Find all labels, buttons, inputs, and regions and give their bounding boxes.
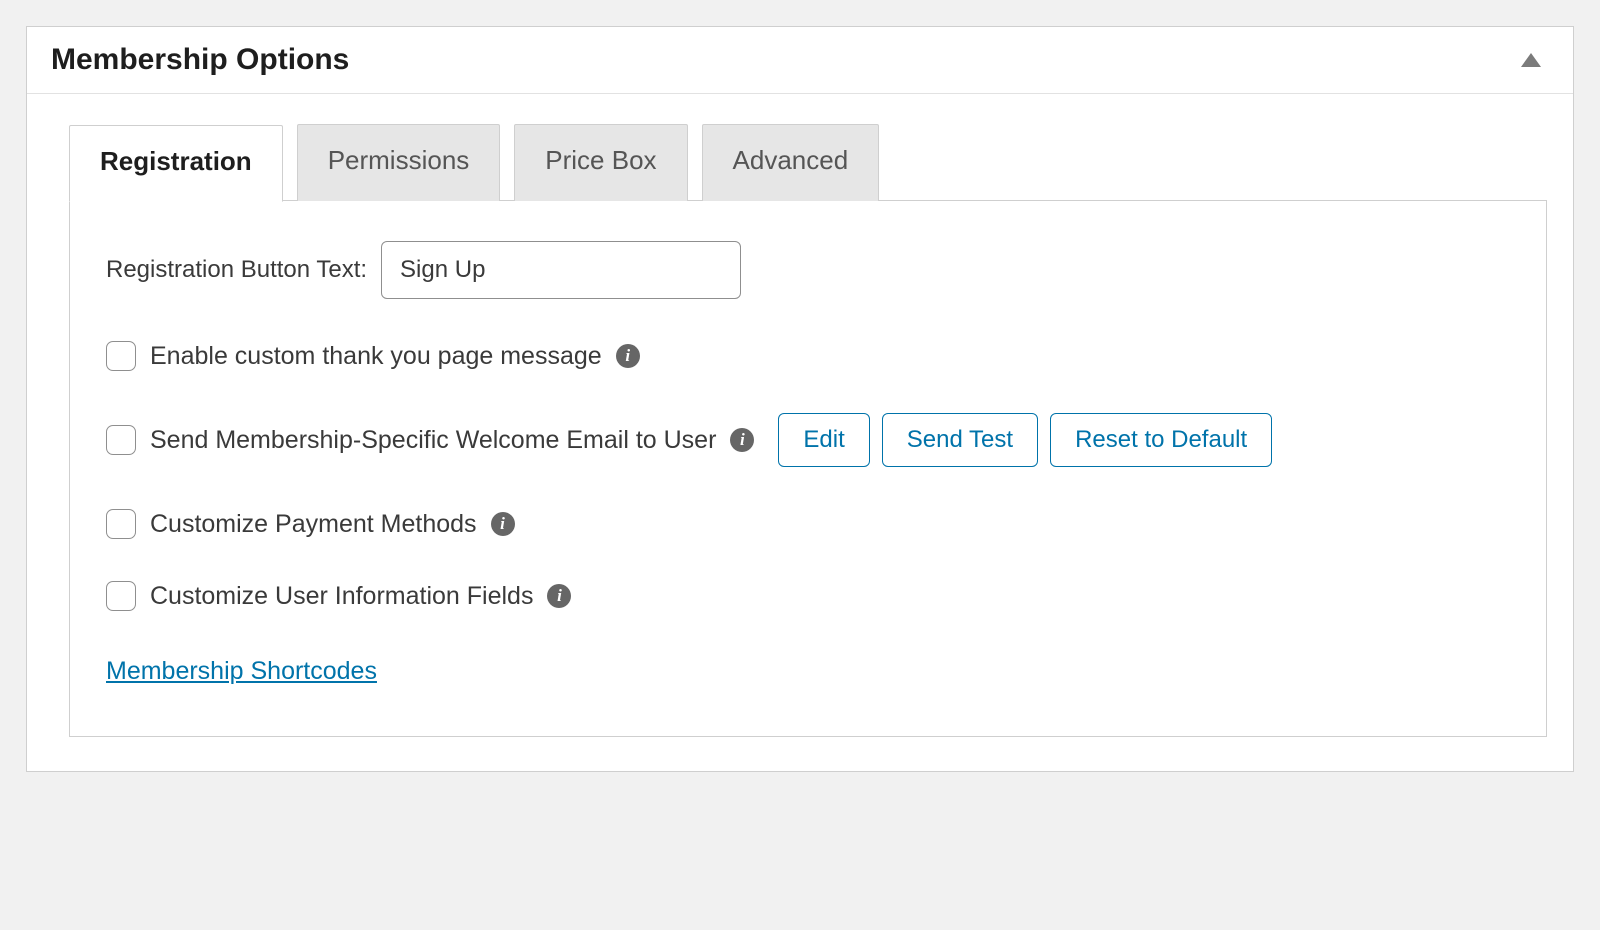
metabox-title: Membership Options bbox=[51, 43, 349, 77]
welcome-email-label: Send Membership-Specific Welcome Email t… bbox=[150, 426, 716, 455]
tab-advanced[interactable]: Advanced bbox=[702, 124, 880, 201]
reset-default-button[interactable]: Reset to Default bbox=[1050, 413, 1272, 467]
user-info-label: Customize User Information Fields bbox=[150, 582, 533, 611]
row-user-info-fields: Customize User Information Fields i bbox=[106, 581, 1510, 611]
metabox-header: Membership Options bbox=[27, 27, 1573, 94]
payment-methods-label: Customize Payment Methods bbox=[150, 510, 477, 539]
info-icon[interactable]: i bbox=[730, 428, 754, 452]
metabox-body: Registration Permissions Price Box Advan… bbox=[27, 94, 1573, 771]
row-welcome-email: Send Membership-Specific Welcome Email t… bbox=[106, 413, 1510, 467]
edit-button[interactable]: Edit bbox=[778, 413, 869, 467]
registration-button-text-label: Registration Button Text: bbox=[106, 256, 367, 284]
membership-options-metabox: Membership Options Registration Permissi… bbox=[26, 26, 1574, 772]
thank-you-checkbox[interactable] bbox=[106, 341, 136, 371]
row-shortcodes-link: Membership Shortcodes bbox=[106, 657, 1510, 686]
tab-permissions[interactable]: Permissions bbox=[297, 124, 501, 201]
row-registration-button-text: Registration Button Text: bbox=[106, 241, 1510, 299]
collapse-up-icon[interactable] bbox=[1521, 53, 1541, 67]
tab-registration[interactable]: Registration bbox=[69, 125, 283, 202]
row-payment-methods: Customize Payment Methods i bbox=[106, 509, 1510, 539]
user-info-checkbox[interactable] bbox=[106, 581, 136, 611]
membership-shortcodes-link[interactable]: Membership Shortcodes bbox=[106, 657, 377, 685]
payment-methods-checkbox[interactable] bbox=[106, 509, 136, 539]
thank-you-label: Enable custom thank you page message bbox=[150, 342, 602, 371]
info-icon[interactable]: i bbox=[616, 344, 640, 368]
welcome-email-checkbox[interactable] bbox=[106, 425, 136, 455]
tabs-nav: Registration Permissions Price Box Advan… bbox=[69, 124, 1547, 201]
tab-price-box[interactable]: Price Box bbox=[514, 124, 687, 201]
welcome-email-button-group: Edit Send Test Reset to Default bbox=[778, 413, 1272, 467]
send-test-button[interactable]: Send Test bbox=[882, 413, 1038, 467]
info-icon[interactable]: i bbox=[547, 584, 571, 608]
info-icon[interactable]: i bbox=[491, 512, 515, 536]
row-thank-you: Enable custom thank you page message i bbox=[106, 341, 1510, 371]
registration-button-text-input[interactable] bbox=[381, 241, 741, 299]
tab-panel-registration: Registration Button Text: Enable custom … bbox=[69, 200, 1547, 737]
tabs-container: Registration Permissions Price Box Advan… bbox=[69, 124, 1547, 737]
